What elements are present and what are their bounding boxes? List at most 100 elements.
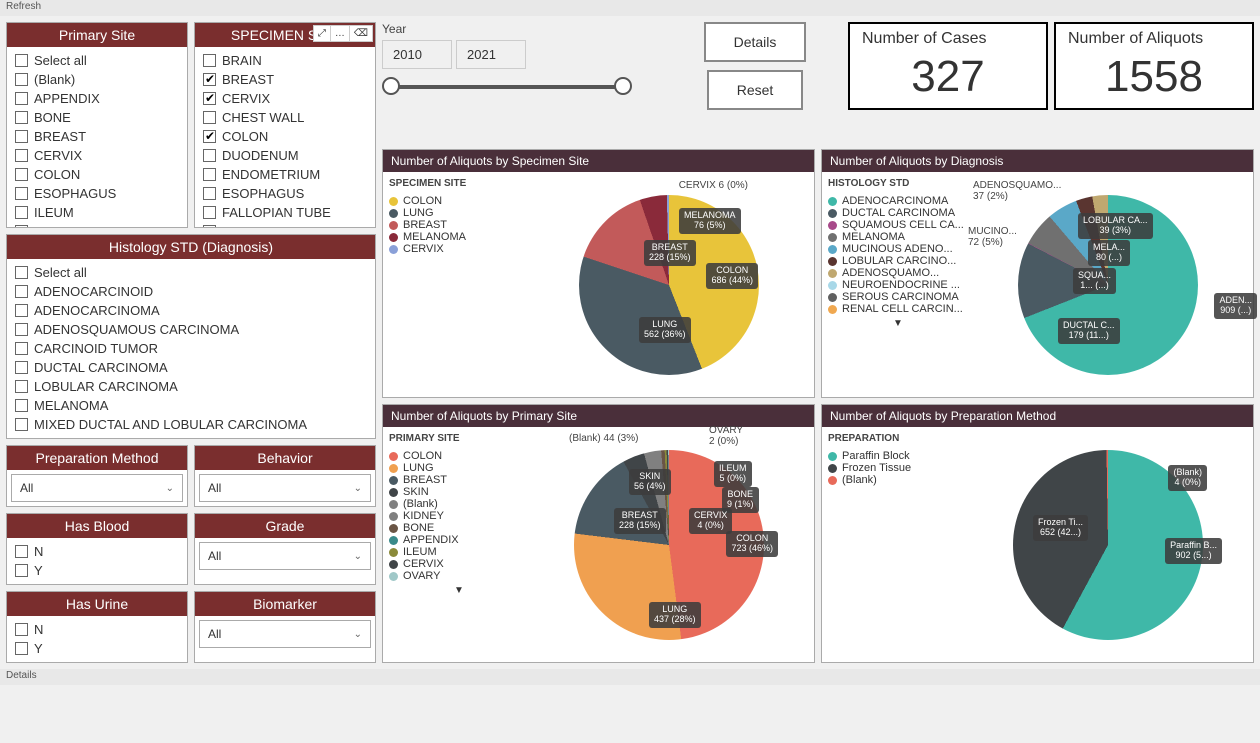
checkbox-item[interactable]: BONE (15, 108, 179, 127)
legend-item[interactable]: MUCINOUS ADENO... (828, 243, 968, 255)
checkbox-icon[interactable] (203, 92, 216, 105)
legend-item[interactable]: (Blank) (389, 498, 529, 510)
checkbox-icon[interactable] (15, 206, 28, 219)
slider-thumb-left[interactable] (382, 77, 400, 95)
legend-item[interactable]: KIDNEY (389, 510, 529, 522)
legend-item[interactable]: ADENOCARCINOMA (828, 195, 968, 207)
checkbox-item[interactable]: MIXED DUCTAL AND LOBULAR CARCINOMA (15, 415, 367, 434)
checkbox-item[interactable]: CARCINOID TUMOR (15, 339, 367, 358)
checkbox-item[interactable]: ENDOMETRIUM (203, 165, 367, 184)
legend-item[interactable]: (Blank) (828, 474, 968, 486)
legend-item[interactable]: MELANOMA (389, 231, 529, 243)
details-tab[interactable]: Details (6, 670, 37, 681)
checkbox-icon[interactable] (15, 418, 28, 431)
focus-icon[interactable]: ⤢ (314, 26, 330, 41)
checkbox-icon[interactable] (15, 54, 28, 67)
legend-more-icon[interactable]: ▼ (389, 585, 529, 596)
checkbox-icon[interactable] (15, 642, 28, 655)
legend-item[interactable]: BREAST (389, 474, 529, 486)
checkbox-item[interactable]: Select all (15, 263, 367, 282)
checkbox-icon[interactable] (15, 187, 28, 200)
details-button[interactable]: Details (704, 22, 807, 62)
checkbox-icon[interactable] (15, 564, 28, 577)
checkbox-item[interactable]: ESOPHAGUS (203, 184, 367, 203)
checkbox-icon[interactable] (203, 111, 216, 124)
checkbox-icon[interactable] (203, 149, 216, 162)
checkbox-item[interactable]: ESOPHAGUS (15, 184, 179, 203)
year-slider[interactable] (382, 77, 632, 97)
checkbox-icon[interactable] (15, 149, 28, 162)
legend-item[interactable]: MELANOMA (828, 231, 968, 243)
year-from-input[interactable]: 2010 (382, 40, 452, 69)
checkbox-item[interactable]: N (15, 620, 179, 639)
checkbox-item[interactable]: Y (15, 639, 179, 658)
checkbox-item[interactable]: Y (15, 561, 179, 580)
legend-more-icon[interactable]: ▼ (828, 318, 968, 329)
checkbox-item[interactable]: DUCTAL CARCINOMA (15, 358, 367, 377)
legend-item[interactable]: LUNG (389, 462, 529, 474)
legend-item[interactable]: NEUROENDOCRINE ... (828, 279, 968, 291)
checkbox-item[interactable]: CERVIX (203, 89, 367, 108)
checkbox-icon[interactable] (15, 225, 28, 227)
checkbox-item[interactable]: CERVIX (15, 146, 179, 165)
checkbox-item[interactable]: FAT (203, 222, 367, 227)
checkbox-icon[interactable] (15, 361, 28, 374)
checkbox-item[interactable]: FALLOPIAN TUBE (203, 203, 367, 222)
checkbox-item[interactable]: Select all (15, 51, 179, 70)
legend-item[interactable]: OVARY (389, 570, 529, 582)
checkbox-icon[interactable] (15, 168, 28, 181)
checkbox-item[interactable]: ILEUM (15, 203, 179, 222)
checkbox-icon[interactable] (15, 285, 28, 298)
checkbox-icon[interactable] (203, 130, 216, 143)
legend-item[interactable]: CERVIX (389, 558, 529, 570)
legend-item[interactable]: DUCTAL CARCINOMA (828, 207, 968, 219)
reset-button[interactable]: Reset (707, 70, 804, 110)
checkbox-icon[interactable] (15, 111, 28, 124)
legend-item[interactable]: LOBULAR CARCINO... (828, 255, 968, 267)
legend-item[interactable]: Frozen Tissue (828, 462, 968, 474)
checkbox-icon[interactable] (15, 380, 28, 393)
checkbox-icon[interactable] (203, 54, 216, 67)
refresh-link[interactable]: Refresh (6, 1, 41, 12)
checkbox-item[interactable]: BREAST (15, 127, 179, 146)
checkbox-icon[interactable] (15, 623, 28, 636)
legend-item[interactable]: COLON (389, 450, 529, 462)
grade-dropdown[interactable]: All⌄ (199, 542, 371, 570)
checkbox-item[interactable]: (Blank) (15, 70, 179, 89)
legend-item[interactable]: SKIN (389, 486, 529, 498)
checkbox-item[interactable]: LOBULAR CARCINOMA (15, 377, 367, 396)
checkbox-icon[interactable] (15, 130, 28, 143)
checkbox-item[interactable]: BRAIN (203, 51, 367, 70)
prep-method-dropdown[interactable]: All⌄ (11, 474, 183, 502)
legend-item[interactable]: BONE (389, 522, 529, 534)
checkbox-icon[interactable] (15, 342, 28, 355)
slider-thumb-right[interactable] (614, 77, 632, 95)
legend-item[interactable]: SQUAMOUS CELL CA... (828, 219, 968, 231)
legend-item[interactable]: CERVIX (389, 243, 529, 255)
checkbox-icon[interactable] (15, 73, 28, 86)
checkbox-icon[interactable] (15, 304, 28, 317)
checkbox-icon[interactable] (203, 206, 216, 219)
checkbox-item[interactable]: BREAST (203, 70, 367, 89)
checkbox-item[interactable]: N (15, 542, 179, 561)
legend-item[interactable]: ADENOSQUAMO... (828, 267, 968, 279)
behavior-dropdown[interactable]: All⌄ (199, 474, 371, 502)
legend-item[interactable]: COLON (389, 195, 529, 207)
checkbox-item[interactable]: DUODENUM (203, 146, 367, 165)
checkbox-icon[interactable] (203, 168, 216, 181)
year-to-input[interactable]: 2021 (456, 40, 526, 69)
more-icon[interactable]: … (330, 26, 349, 41)
checkbox-icon[interactable] (15, 399, 28, 412)
checkbox-icon[interactable] (203, 187, 216, 200)
legend-item[interactable]: LUNG (389, 207, 529, 219)
legend-item[interactable]: BREAST (389, 219, 529, 231)
checkbox-icon[interactable] (203, 225, 216, 227)
checkbox-icon[interactable] (203, 73, 216, 86)
checkbox-icon[interactable] (15, 545, 28, 558)
legend-item[interactable]: APPENDIX (389, 534, 529, 546)
checkbox-item[interactable]: COLON (203, 127, 367, 146)
checkbox-icon[interactable] (15, 92, 28, 105)
checkbox-item[interactable]: KIDNEY (15, 222, 179, 227)
checkbox-item[interactable]: APPENDIX (15, 89, 179, 108)
checkbox-item[interactable]: MELANOMA (15, 396, 367, 415)
